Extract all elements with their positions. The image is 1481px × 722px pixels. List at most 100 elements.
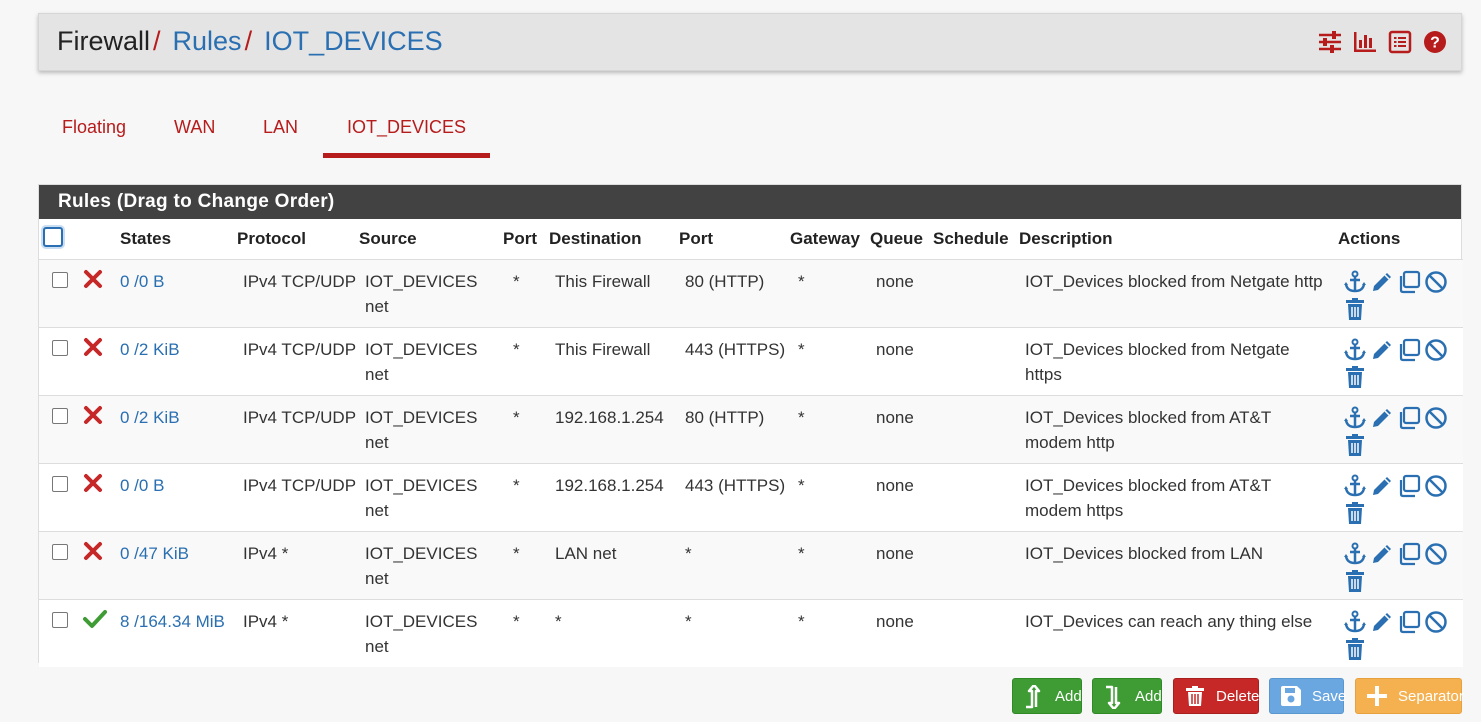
- destination-cell: 192.168.1.254: [549, 463, 679, 532]
- select-all-checkbox[interactable]: [43, 226, 63, 247]
- states-cell: 0 /2 KiB: [120, 327, 237, 396]
- pass-check-icon[interactable]: [83, 609, 107, 631]
- anchor-icon[interactable]: [1343, 270, 1367, 294]
- trash-icon[interactable]: [1343, 365, 1367, 389]
- list-icon[interactable]: [1388, 30, 1412, 54]
- destination-port-cell: 443 (HTTPS): [679, 327, 790, 396]
- tab-lan[interactable]: LAN: [239, 105, 322, 153]
- row-select-cell: [39, 327, 83, 396]
- tab-wan[interactable]: WAN: [150, 105, 239, 153]
- table-row[interactable]: 0 /2 KiB IPv4 TCP/UDP IOT_DEVICES net * 192.…: [39, 395, 1463, 464]
- disable-icon[interactable]: [1424, 610, 1448, 634]
- states-link[interactable]: 0 /47 KiB: [120, 544, 189, 563]
- pencil-icon[interactable]: [1370, 270, 1394, 294]
- table-row[interactable]: 0 /47 KiB IPv4 * IOT_DEVICES net * LAN net * *…: [39, 531, 1463, 600]
- save-label: Save: [1312, 687, 1347, 705]
- breadcrumb-current-link[interactable]: IOT_DEVICES: [264, 26, 443, 56]
- table-row[interactable]: 0 /2 KiB IPv4 TCP/UDP IOT_DEVICES net * This…: [39, 327, 1463, 396]
- states-link[interactable]: 0 /0 B: [120, 476, 164, 495]
- row-checkbox[interactable]: [52, 544, 68, 560]
- table-row[interactable]: 8 /164.34 MiB IPv4 * IOT_DEVICES net * * * * no…: [39, 599, 1463, 667]
- trash-icon[interactable]: [1343, 433, 1367, 457]
- states-link[interactable]: 0 /0 B: [120, 272, 164, 291]
- source-port-cell: *: [503, 599, 549, 667]
- anchor-icon[interactable]: [1343, 474, 1367, 498]
- breadcrumb-firewall: Firewall: [57, 26, 151, 56]
- svg-text:?: ?: [1430, 35, 1440, 52]
- anchor-icon[interactable]: [1343, 406, 1367, 430]
- description-cell: IOT_Devices blocked from Netgate https: [1019, 327, 1338, 396]
- pencil-icon[interactable]: [1370, 542, 1394, 566]
- separator-label: Separator: [1398, 687, 1464, 705]
- trash-icon[interactable]: [1343, 569, 1367, 593]
- trash-icon[interactable]: [1343, 501, 1367, 525]
- anchor-icon[interactable]: [1343, 610, 1367, 634]
- description-cell: IOT_Devices blocked from AT&T modem http…: [1019, 463, 1338, 532]
- sliders-icon[interactable]: [1318, 30, 1342, 54]
- pencil-icon[interactable]: [1370, 338, 1394, 362]
- actions-cell: [1338, 463, 1463, 532]
- pencil-icon[interactable]: [1370, 406, 1394, 430]
- states-link[interactable]: 0 /2 KiB: [120, 340, 180, 359]
- queue-cell: none: [870, 395, 933, 464]
- save-button[interactable]: Save: [1269, 678, 1347, 714]
- states-link[interactable]: 8 /164.34 MiB: [120, 612, 225, 631]
- disable-icon[interactable]: [1424, 270, 1448, 294]
- table-row[interactable]: 0 /0 B IPv4 TCP/UDP IOT_DEVICES net * This F…: [39, 259, 1463, 328]
- row-checkbox[interactable]: [52, 612, 68, 628]
- trash-icon: [1184, 685, 1206, 707]
- copy-icon[interactable]: [1397, 270, 1421, 294]
- queue-cell: none: [870, 327, 933, 396]
- description-cell: IOT_Devices can reach any thing else: [1019, 599, 1338, 667]
- delete-label: Delete: [1216, 687, 1260, 705]
- row-checkbox[interactable]: [52, 408, 68, 424]
- schedule-cell: [933, 395, 1019, 464]
- schedule-cell: [933, 259, 1019, 328]
- add-bottom-button[interactable]: Add: [1092, 678, 1162, 714]
- copy-icon[interactable]: [1397, 542, 1421, 566]
- pencil-icon[interactable]: [1370, 610, 1394, 634]
- trash-icon[interactable]: [1343, 637, 1367, 661]
- pencil-icon[interactable]: [1370, 474, 1394, 498]
- add-top-button[interactable]: Add: [1012, 678, 1082, 714]
- block-x-icon[interactable]: [83, 405, 105, 427]
- separator-button[interactable]: Separator: [1355, 678, 1464, 714]
- anchor-icon[interactable]: [1343, 542, 1367, 566]
- states-cell: 0 /2 KiB: [120, 395, 237, 464]
- schedule-cell: [933, 463, 1019, 532]
- row-checkbox[interactable]: [52, 476, 68, 492]
- disable-icon[interactable]: [1424, 542, 1448, 566]
- destination-cell: This Firewall: [549, 259, 679, 328]
- delete-button[interactable]: Delete: [1173, 678, 1259, 714]
- row-checkbox[interactable]: [52, 272, 68, 288]
- source-port-cell: *: [503, 259, 549, 328]
- copy-icon[interactable]: [1397, 474, 1421, 498]
- bar-chart-icon[interactable]: [1353, 30, 1377, 54]
- states-link[interactable]: 0 /2 KiB: [120, 408, 180, 427]
- block-x-icon[interactable]: [83, 337, 105, 359]
- block-x-icon[interactable]: [83, 541, 105, 563]
- disable-icon[interactable]: [1424, 406, 1448, 430]
- row-actions: [1343, 337, 1453, 389]
- block-x-icon[interactable]: [83, 269, 105, 291]
- help-icon[interactable]: ?: [1423, 30, 1447, 54]
- column-header-protocol: Protocol: [237, 229, 306, 248]
- copy-icon[interactable]: [1397, 338, 1421, 362]
- tab-floating[interactable]: Floating: [38, 105, 150, 153]
- table-row[interactable]: 0 /0 B IPv4 TCP/UDP IOT_DEVICES net * 192.16…: [39, 463, 1463, 532]
- queue-cell: none: [870, 599, 933, 667]
- copy-icon[interactable]: [1397, 406, 1421, 430]
- destination-cell: *: [549, 599, 679, 667]
- disable-icon[interactable]: [1424, 474, 1448, 498]
- trash-icon[interactable]: [1343, 297, 1367, 321]
- row-checkbox[interactable]: [52, 340, 68, 356]
- copy-icon[interactable]: [1397, 610, 1421, 634]
- anchor-icon[interactable]: [1343, 338, 1367, 362]
- block-x-icon[interactable]: [83, 473, 105, 495]
- row-actions: [1343, 269, 1453, 321]
- gateway-cell: *: [790, 599, 870, 667]
- breadcrumb-rules-link[interactable]: Rules: [173, 26, 242, 56]
- disable-icon[interactable]: [1424, 338, 1448, 362]
- row-status-cell: [83, 259, 120, 328]
- tab-iot-devices[interactable]: IOT_DEVICES: [323, 105, 491, 158]
